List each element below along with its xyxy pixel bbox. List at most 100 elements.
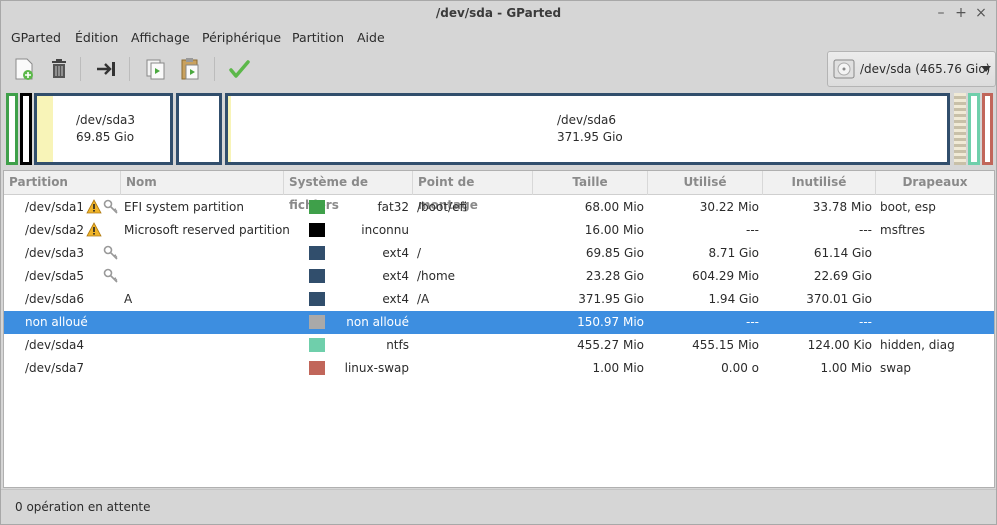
table-row[interactable]: non alloué non alloué 150.97 Mio --- --- — [4, 311, 994, 334]
cell-size: 16.00 Mio — [584, 223, 644, 237]
menu-edition[interactable]: Édition — [75, 30, 118, 45]
cell-used: 1.94 Gio — [708, 292, 759, 306]
key-icon — [103, 268, 118, 283]
filesystem-color-swatch — [309, 200, 325, 214]
title-bar[interactable]: /dev/sda - GParted – + × — [1, 1, 996, 27]
table-row[interactable]: /dev/sda5 ext4/home 23.28 Gio 604.29 Mio 22.… — [4, 265, 994, 288]
partition-table: Partition Nom Système de fichiers Point … — [3, 170, 995, 488]
map-segment-sda5[interactable] — [176, 93, 222, 165]
map-segment-sda3[interactable]: /dev/sda3 69.85 Gio — [34, 93, 173, 165]
filesystem-color-swatch — [309, 361, 325, 375]
filesystem-color-swatch — [309, 246, 325, 260]
cell-unused: --- — [859, 223, 872, 237]
cell-partition: /dev/sda7 — [25, 361, 85, 375]
column-size[interactable]: Taille — [533, 171, 648, 195]
map-segment-sda4[interactable] — [968, 93, 980, 165]
cell-mount-point: /boot/efi — [417, 200, 468, 214]
filesystem-color-swatch — [309, 269, 325, 283]
cell-name: A — [124, 292, 133, 306]
cell-size: 371.95 Gio — [578, 292, 644, 306]
cell-partition: /dev/sda4 — [25, 338, 85, 352]
map-segment-sda2[interactable] — [20, 93, 32, 165]
cell-used: --- — [746, 223, 759, 237]
maximize-icon[interactable]: + — [953, 5, 969, 21]
table-row[interactable]: /dev/sda7 linux-swap 1.00 Mio 0.00 o 1.00 Mi… — [4, 357, 994, 380]
cell-unused: 370.01 Gio — [806, 292, 872, 306]
paste-button[interactable] — [176, 55, 204, 83]
device-label: /dev/sda (465.76 Gio) — [860, 62, 991, 76]
warning-icon — [86, 199, 102, 214]
gparted-window: /dev/sda - GParted – + × GParted Édition… — [0, 0, 997, 525]
filesystem-color-swatch — [309, 315, 325, 329]
cell-used: 604.29 Mio — [692, 269, 759, 283]
map-segment-unallocated[interactable] — [954, 93, 966, 165]
menu-bar: GParted Édition Affichage Périphérique P… — [1, 27, 996, 49]
table-row[interactable]: /dev/sda2 Microsoft reserved partition inc… — [4, 219, 994, 242]
cell-filesystem: ext4 — [382, 269, 409, 283]
cell-partition: /dev/sda1 — [25, 200, 85, 214]
cell-partition: non alloué — [25, 315, 88, 329]
toolbar-separator — [214, 57, 215, 81]
resize-move-button[interactable] — [92, 55, 120, 83]
cell-used: 8.71 Gio — [708, 246, 759, 260]
menu-gparted[interactable]: GParted — [11, 30, 61, 45]
menu-peripherique[interactable]: Périphérique — [202, 30, 281, 45]
cell-used: 0.00 o — [721, 361, 759, 375]
cell-filesystem: inconnu — [361, 223, 409, 237]
new-partition-icon — [15, 58, 33, 80]
key-icon — [103, 199, 118, 214]
map-segment-sda6[interactable]: /dev/sda6 371.95 Gio — [225, 93, 950, 165]
column-used[interactable]: Utilisé — [648, 171, 763, 195]
menu-affichage[interactable]: Affichage — [131, 30, 190, 45]
cell-filesystem: ntfs — [386, 338, 409, 352]
column-partition[interactable]: Partition — [4, 171, 121, 195]
cell-filesystem: fat32 — [377, 200, 409, 214]
cell-name: EFI system partition — [124, 200, 244, 214]
hard-disk-icon — [833, 59, 855, 79]
copy-icon — [146, 59, 165, 80]
new-partition-button[interactable] — [10, 55, 38, 83]
cell-flags: swap — [880, 361, 912, 375]
cell-partition: /dev/sda6 — [25, 292, 85, 306]
delete-button[interactable] — [45, 55, 73, 83]
column-filesystem[interactable]: Système de fichiers — [284, 171, 413, 212]
cell-used: 455.15 Mio — [692, 338, 759, 352]
cell-flags: msftres — [880, 223, 925, 237]
cell-filesystem: linux-swap — [344, 361, 409, 375]
pending-operations-text: 0 opération en attente — [15, 500, 151, 514]
minimize-icon[interactable]: – — [933, 5, 949, 21]
filesystem-color-swatch — [309, 223, 325, 237]
chevron-down-icon[interactable] — [981, 66, 991, 72]
filesystem-color-swatch — [309, 338, 325, 352]
column-flags[interactable]: Drapeaux — [876, 171, 994, 195]
map-segment-sda7[interactable] — [982, 93, 993, 165]
cell-filesystem: non alloué — [346, 315, 409, 329]
close-icon[interactable]: × — [973, 5, 989, 21]
map-segment-sda1[interactable] — [6, 93, 18, 165]
cell-flags: boot, esp — [880, 200, 936, 214]
column-nom[interactable]: Nom — [121, 171, 284, 195]
column-unused[interactable]: Inutilisé — [763, 171, 876, 195]
apply-button[interactable] — [226, 55, 254, 83]
column-mount-point[interactable]: Point de montage — [413, 171, 533, 212]
table-row[interactable]: /dev/sda3 ext4 / 69.85 Gio 8.71 Gio 61.14 Gio — [4, 242, 994, 265]
table-row[interactable]: /dev/sda1 EFI system partition fat32/boot/… — [4, 196, 994, 219]
toolbar: /dev/sda (465.76 Gio) — [1, 49, 996, 89]
table-row[interactable]: /dev/sda6 Aext4/A 371.95 Gio 1.94 Gio 370.01… — [4, 288, 994, 311]
cell-mount-point: / — [417, 246, 422, 260]
paste-icon — [181, 58, 199, 80]
cell-unused: 33.78 Mio — [812, 200, 872, 214]
menu-aide[interactable]: Aide — [357, 30, 385, 45]
cell-used: 30.22 Mio — [699, 200, 759, 214]
menu-partition[interactable]: Partition — [292, 30, 344, 45]
window-title: /dev/sda - GParted — [435, 6, 562, 20]
cell-partition: /dev/sda3 — [25, 246, 85, 260]
device-selector[interactable]: /dev/sda (465.76 Gio) — [827, 51, 996, 87]
table-row[interactable]: /dev/sda4 ntfs 455.27 Mio 455.15 Mio 124.00 … — [4, 334, 994, 357]
cell-filesystem: ext4 — [382, 292, 409, 306]
toolbar-separator — [80, 57, 81, 81]
cell-mount-point: /A — [417, 292, 430, 306]
cell-unused: 124.00 Kio — [807, 338, 872, 352]
cell-unused: --- — [859, 315, 872, 329]
copy-button[interactable] — [142, 55, 170, 83]
